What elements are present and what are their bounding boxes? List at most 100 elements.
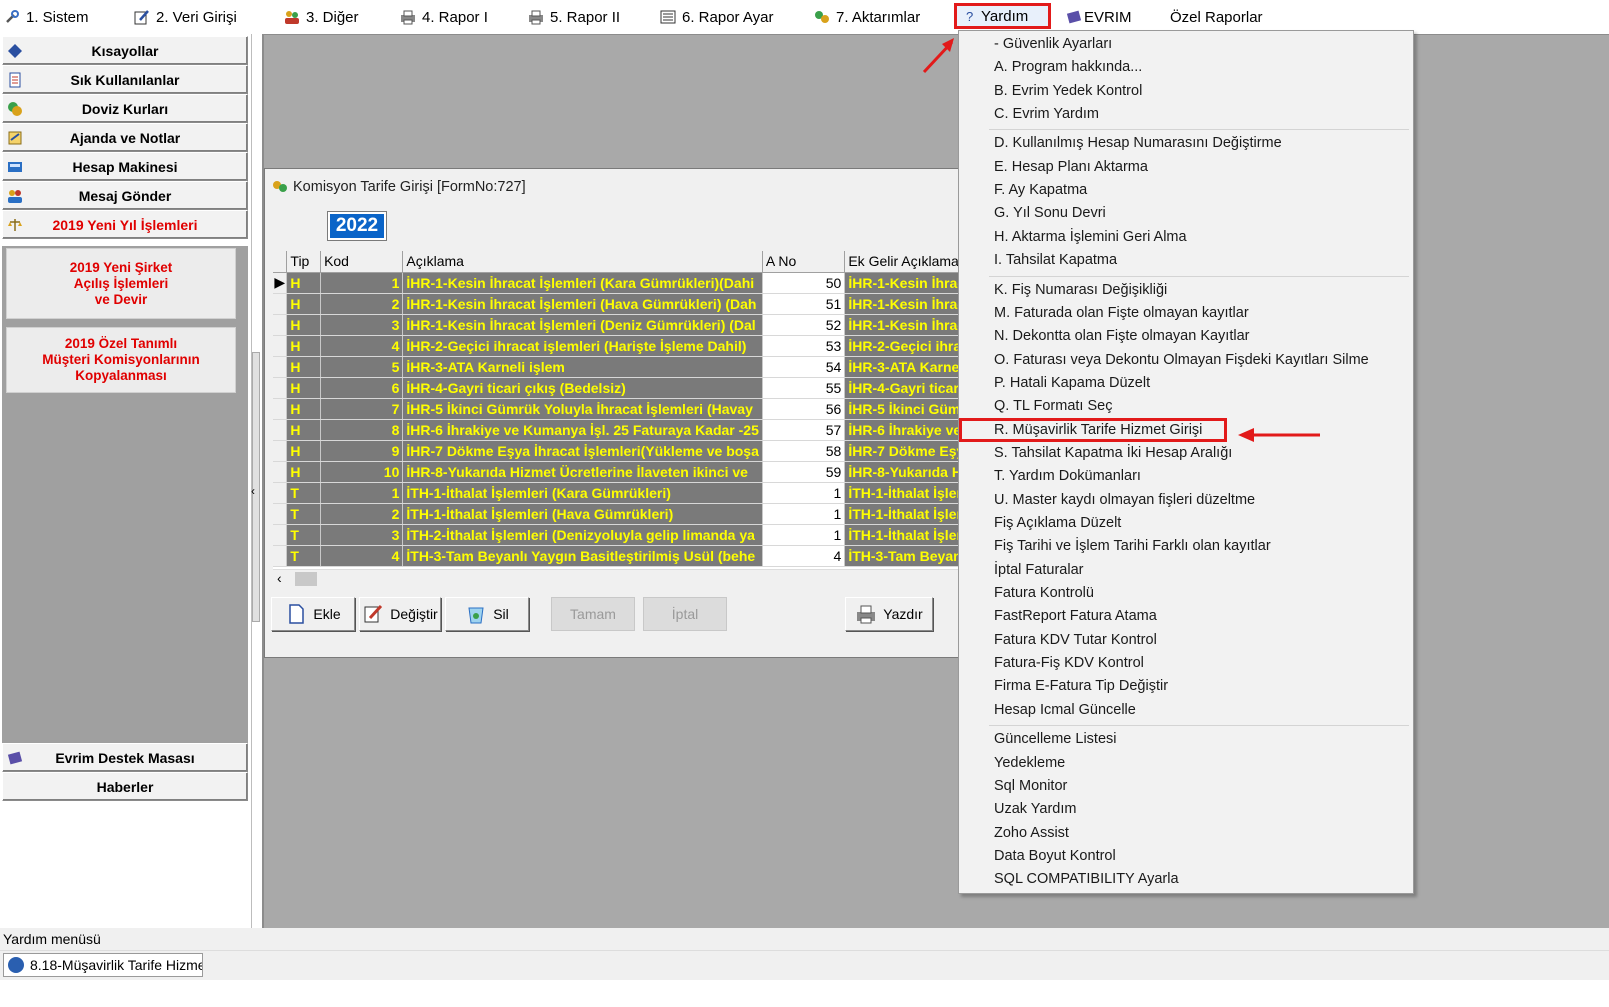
cell-aciklama[interactable]: İTH-3-Tam Beyanlı Yaygın Basitleştirilmi… [402, 545, 763, 567]
menu-item[interactable]: S. Tahsilat Kapatma İki Hesap Aralığı [994, 442, 1232, 464]
table-row[interactable]: T 2 İTH-1-İthalat İşlemleri (Hava Gümrükle… [273, 503, 985, 525]
cell-a-no[interactable]: 58 [762, 440, 846, 462]
cell-kod[interactable]: 7 [320, 398, 404, 420]
menu-item[interactable]: Zoho Assist [994, 822, 1069, 844]
menu-evrim[interactable]: EVRIM [1066, 6, 1132, 28]
scroll-left-icon[interactable]: ‹ [277, 570, 282, 586]
cell-tip[interactable]: H [286, 335, 322, 357]
menu-item[interactable]: N. Dekontta olan Fişte olmayan Kayıtlar [994, 325, 1249, 347]
row-indicator[interactable] [273, 356, 288, 378]
table-row[interactable]: H 3 İHR-1-Kesin İhracat İşlemleri (Deniz G… [273, 314, 985, 336]
menu-item[interactable]: I. Tahsilat Kapatma [994, 249, 1117, 271]
cell-kod[interactable]: 1 [320, 272, 404, 294]
cell-aciklama[interactable]: İHR-2-Geçici ihracat işlemleri (Harişte … [402, 335, 763, 357]
row-indicator[interactable] [273, 293, 288, 315]
cell-kod[interactable]: 4 [320, 545, 404, 567]
menu-rapor-1[interactable]: 4. Rapor I [400, 6, 488, 28]
cell-kod[interactable]: 2 [320, 503, 404, 525]
cell-a-no[interactable]: 4 [762, 545, 846, 567]
ekle-button[interactable]: Ekle [271, 597, 355, 631]
menu-item[interactable]: E. Hesap Planı Aktarma [994, 156, 1148, 178]
row-indicator[interactable] [273, 440, 288, 462]
menu-item[interactable]: F. Ay Kapatma [994, 179, 1087, 201]
cell-tip[interactable]: T [286, 503, 322, 525]
cell-tip[interactable]: H [286, 419, 322, 441]
menu-item[interactable]: P. Hatali Kapama Düzelt [994, 372, 1150, 394]
cell-kod[interactable]: 4 [320, 335, 404, 357]
taskbar-window-button[interactable]: 8.18-Müşavirlik Tarife Hizme [3, 953, 203, 977]
sidebar-item-yeni-yil-islemleri[interactable]: 2019 Yeni Yıl İşlemleri [2, 210, 248, 239]
menu-item[interactable]: U. Master kaydı olmayan fişleri düzeltme [994, 489, 1255, 511]
row-indicator[interactable] [273, 482, 288, 504]
row-indicator[interactable] [273, 377, 288, 399]
menu-item[interactable]: Fiş Açıklama Düzelt [994, 512, 1121, 534]
cell-aciklama[interactable]: İHR-7 Dökme Eşya İhracat İşlemleri(Yükle… [402, 440, 763, 462]
menu-rapor-2[interactable]: 5. Rapor II [528, 6, 620, 28]
table-row[interactable]: H 8 İHR-6 İhrakiye ve Kumanya İşl. 25 Fatu… [273, 419, 985, 441]
window-titlebar[interactable]: Komisyon Tarife Girişi [FormNo:727] [265, 169, 983, 205]
cell-tip[interactable]: H [286, 440, 322, 462]
menu-item[interactable]: B. Evrim Yedek Kontrol [994, 80, 1142, 102]
cell-kod[interactable]: 3 [320, 314, 404, 336]
menu-item[interactable]: Fiş Tarihi ve İşlem Tarihi Farklı olan k… [994, 535, 1271, 557]
menu-item[interactable]: Hesap Icmal Güncelle [994, 699, 1136, 721]
cell-a-no[interactable]: 52 [762, 314, 846, 336]
sidebar-item-hesap-makinesi[interactable]: Hesap Makinesi [2, 152, 248, 181]
cell-aciklama[interactable]: İHR-3-ATA Karneli işlem [402, 356, 763, 378]
menu-veri-girisi[interactable]: 2. Veri Girişi [134, 6, 237, 28]
iptal-button[interactable]: İptal [643, 597, 727, 631]
cell-tip[interactable]: H [286, 377, 322, 399]
cell-a-no[interactable]: 53 [762, 335, 846, 357]
cell-aciklama[interactable]: İHR-1-Kesin İhracat İşlemleri (Kara Gümr… [402, 272, 763, 294]
cell-a-no[interactable]: 50 [762, 272, 846, 294]
sidebar-item-destek-masasi[interactable]: Evrim Destek Masası [2, 743, 248, 772]
table-row[interactable]: ▶ H 1 İHR-1-Kesin İhracat İşlemleri (Kara G… [273, 272, 985, 294]
menu-item[interactable]: Yedekleme [994, 752, 1065, 774]
row-indicator[interactable]: ▶ [273, 272, 288, 294]
year-field[interactable]: 2022 [327, 211, 387, 241]
column-header-aciklama[interactable]: Açıklama [402, 251, 763, 273]
menu-item[interactable]: G. Yıl Sonu Devri [994, 202, 1106, 224]
menu-item[interactable]: C. Evrim Yardım [994, 103, 1099, 125]
sil-button[interactable]: Sil [445, 597, 529, 631]
sidebar-item-mesaj-gonder[interactable]: Mesaj Gönder [2, 181, 248, 210]
sidebar-item-haberler[interactable]: Haberler [2, 772, 248, 801]
column-header-a-no[interactable]: A No [762, 251, 846, 273]
menu-yardim[interactable]: ? Yardım [954, 3, 1052, 29]
menu-item[interactable]: Q. TL Formatı Seç [994, 395, 1112, 417]
cell-tip[interactable]: H [286, 272, 322, 294]
menu-item[interactable]: - Güvenlik Ayarları [994, 33, 1112, 55]
cell-aciklama[interactable]: İTH-1-İthalat İşlemleri (Kara Gümrükleri… [402, 482, 763, 504]
table-row[interactable]: H 5 İHR-3-ATA Karneli işlem 54 İHR-3-ATA Kar… [273, 356, 985, 378]
row-indicator[interactable] [273, 545, 288, 567]
cell-a-no[interactable]: 56 [762, 398, 846, 420]
menu-item[interactable]: K. Fiş Numarası Değişikliği [994, 279, 1167, 301]
cell-aciklama[interactable]: İHR-5 İkinci Gümrük Yoluyla İhracat İşle… [402, 398, 763, 420]
cell-kod[interactable]: 6 [320, 377, 404, 399]
cell-kod[interactable]: 10 [320, 461, 404, 483]
collapse-arrow-icon[interactable]: ‹ [251, 484, 255, 498]
cell-kod[interactable]: 9 [320, 440, 404, 462]
cell-tip[interactable]: H [286, 461, 322, 483]
table-row[interactable]: H 7 İHR-5 İkinci Gümrük Yoluyla İhracat İş… [273, 398, 985, 420]
column-header-kod[interactable]: Kod [320, 251, 404, 273]
row-indicator[interactable] [273, 398, 288, 420]
menu-item[interactable]: Güncelleme Listesi [994, 728, 1117, 750]
sidebar-item-kisayollar[interactable]: Kısayollar [2, 36, 248, 65]
menu-item[interactable]: D. Kullanılmış Hesap Numarasını Değiştir… [994, 132, 1282, 154]
table-row[interactable]: T 1 İTH-1-İthalat İşlemleri (Kara Gümrükle… [273, 482, 985, 504]
menu-item[interactable]: Fatura KDV Tutar Kontrol [994, 629, 1157, 651]
cell-tip[interactable]: H [286, 398, 322, 420]
cell-aciklama[interactable]: İHR-1-Kesin İhracat İşlemleri (Hava Gümr… [402, 293, 763, 315]
row-indicator[interactable] [273, 524, 288, 546]
table-row[interactable]: H 2 İHR-1-Kesin İhracat İşlemleri (Hava Gü… [273, 293, 985, 315]
row-indicator[interactable] [273, 419, 288, 441]
cell-kod[interactable]: 2 [320, 293, 404, 315]
cell-aciklama[interactable]: İHR-6 İhrakiye ve Kumanya İşl. 25 Fatura… [402, 419, 763, 441]
row-indicator[interactable] [273, 461, 288, 483]
table-row[interactable]: H 6 İHR-4-Gayri ticari çıkış (Bedelsiz) 55 İ… [273, 377, 985, 399]
table-row[interactable]: T 3 İTH-2-İthalat İşlemleri (Denizyoluyla … [273, 524, 985, 546]
cell-a-no[interactable]: 59 [762, 461, 846, 483]
cell-aciklama[interactable]: İHR-4-Gayri ticari çıkış (Bedelsiz) [402, 377, 763, 399]
horizontal-scrollbar[interactable]: ‹ [273, 569, 985, 587]
